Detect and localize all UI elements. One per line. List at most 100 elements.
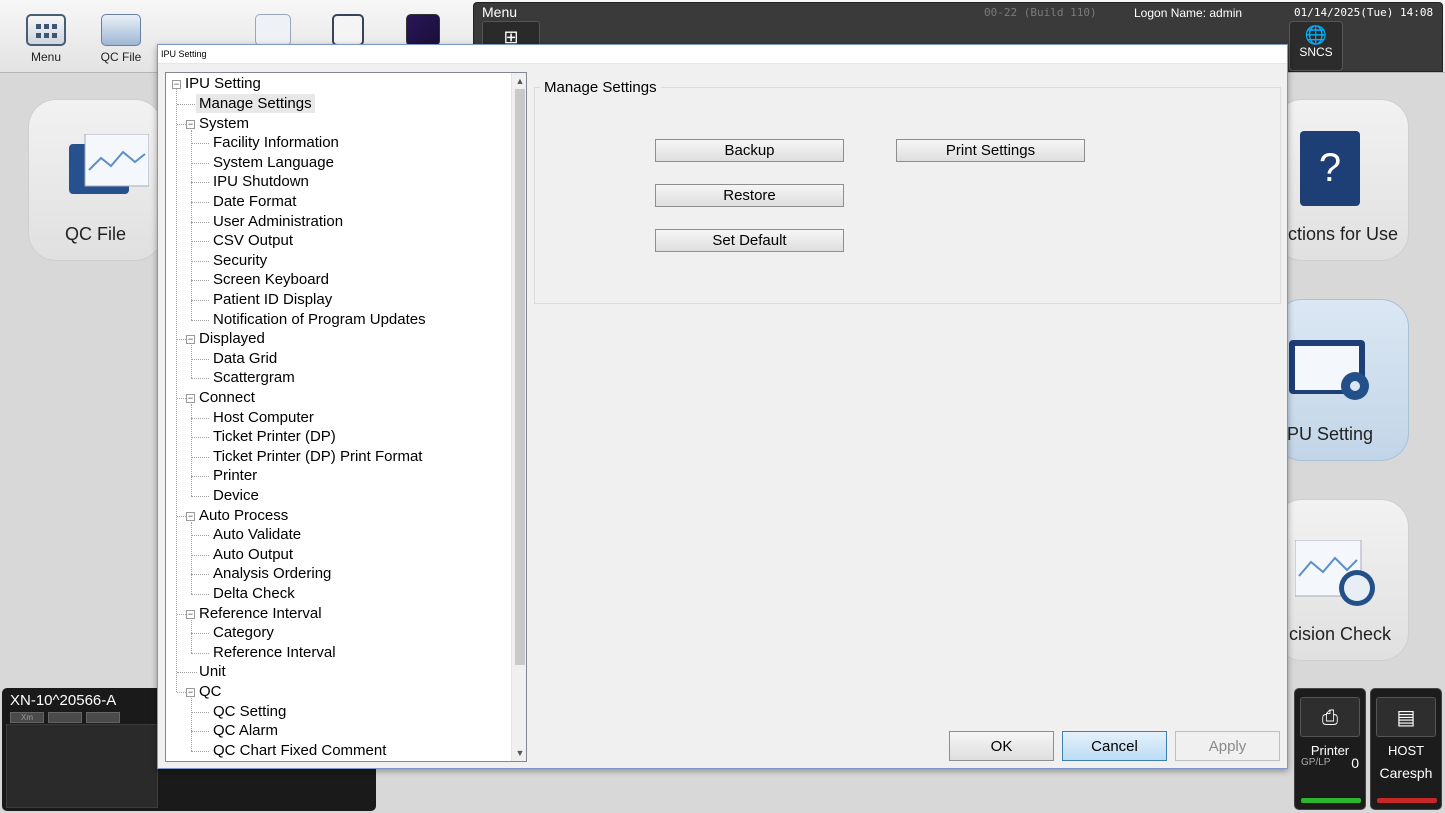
printer-status[interactable]: ⎙ Printer GP/LP 0 (1294, 688, 1366, 810)
tree-item[interactable]: Delta Check (213, 584, 295, 603)
tree-branch-line (191, 619, 192, 653)
tree-expander-icon[interactable]: − (186, 688, 195, 697)
tree-item[interactable]: Manage Settings (196, 94, 315, 113)
scroll-thumb[interactable] (515, 89, 525, 665)
tree-item[interactable]: User Administration (213, 212, 343, 231)
qc-file-button[interactable]: QC File (91, 10, 151, 64)
tree-item[interactable]: QC Setting (213, 702, 286, 721)
tile-qc-file[interactable]: QC File (28, 99, 163, 261)
tree-expander-icon[interactable]: − (186, 394, 195, 403)
globe-icon: 🌐 (1304, 25, 1328, 45)
tree-item[interactable]: Data Grid (213, 349, 277, 368)
tree-connector (191, 750, 209, 752)
tree-item[interactable]: Displayed (199, 329, 265, 348)
instrument-chip-3 (86, 712, 120, 723)
tree-item[interactable]: Host Computer (213, 408, 314, 427)
tree-item[interactable]: QC Chart Fixed Comment (213, 741, 386, 760)
tile-qc-file-label: QC File (64, 224, 126, 244)
root-expander-icon[interactable]: − (172, 80, 181, 89)
sncs-button[interactable]: 🌐 SNCS (1289, 21, 1343, 71)
menu-button[interactable]: Menu (16, 10, 76, 64)
tile-ipu-setting[interactable]: PU Setting (1274, 299, 1409, 461)
settings-tree[interactable]: − IPU Setting Manage Settings − System Faci… (165, 72, 527, 762)
tree-item[interactable]: Category (213, 623, 274, 642)
tree-expander-icon[interactable]: − (186, 511, 195, 521)
print-settings-button[interactable]: Print Settings (896, 139, 1085, 162)
tree-trunk-line (176, 89, 177, 692)
ipu-setting-dialog: IPU Setting − IPU Setting Manage Setting… (157, 44, 1288, 769)
tile-decision-check[interactable]: cision Check (1274, 499, 1409, 661)
tree-connector (191, 319, 209, 321)
tile-instructions[interactable]: ? uctions for Use (1274, 99, 1409, 261)
tree-connector (191, 535, 209, 537)
tree-item[interactable]: Reference Interval (199, 604, 322, 623)
tree-connector (191, 633, 209, 635)
printer-status-count: 0 (1351, 755, 1359, 771)
tree-item[interactable]: Analysis Ordering (213, 564, 331, 583)
tree-item[interactable]: Date Format (213, 192, 296, 211)
tree-item[interactable]: Reference Interval (213, 643, 336, 662)
backup-button[interactable]: Backup (655, 139, 844, 162)
tree-item[interactable]: Patient ID Display (213, 290, 332, 309)
tree-branch-line (191, 521, 192, 594)
tree-item[interactable]: Auto Validate (213, 525, 301, 544)
instrument-chip-2 (48, 712, 82, 723)
tree-connector (191, 496, 209, 497)
tree-item[interactable]: QC (199, 682, 222, 701)
host-status-label: HOST (1387, 743, 1425, 758)
apply-button[interactable]: Apply (1175, 731, 1280, 761)
tree-item[interactable]: Screen Keyboard (213, 270, 329, 289)
instrument-chip-1: Xm (10, 712, 44, 723)
host-status-sub: Caresph (1379, 765, 1433, 781)
tree-item[interactable]: CSV Output (213, 231, 293, 250)
tree-expander-icon[interactable]: − (186, 609, 195, 619)
tree-item[interactable]: System (199, 114, 249, 133)
tile-instructions-label: uctions for Use (1278, 224, 1399, 244)
scroll-down-icon[interactable]: ▼ (512, 745, 526, 761)
tree-item[interactable]: QC Alarm (213, 721, 278, 740)
tree-item[interactable]: Device (213, 486, 259, 505)
tree-item[interactable]: Auto Process (199, 506, 288, 525)
tree-root-item[interactable]: IPU Setting (185, 74, 261, 93)
qc-file-button-label: QC File (100, 50, 142, 64)
tree-item[interactable]: Facility Information (213, 133, 339, 152)
tree-item[interactable]: System Language (213, 153, 334, 172)
tree-connector (191, 202, 209, 203)
host-status[interactable]: ▤ HOST Caresph (1370, 688, 1442, 810)
cancel-button[interactable]: Cancel (1062, 731, 1167, 761)
tree-item[interactable]: Ticket Printer (DP) Print Format (213, 447, 422, 466)
tree-item[interactable]: Connect (199, 388, 255, 407)
tree-connector (191, 162, 209, 164)
tree-connector (177, 672, 197, 674)
tree-item[interactable]: IPU Shutdown (213, 172, 309, 191)
printer-status-bar (1301, 798, 1361, 803)
tree-item[interactable]: Scattergram (213, 368, 295, 387)
tree-item[interactable]: Ticket Printer (DP) (213, 427, 336, 446)
qc-file-icon (101, 14, 141, 46)
printer-status-sub: GP/LP (1301, 757, 1331, 768)
instrument-status-strip (6, 724, 158, 808)
tree-item[interactable]: Printer (213, 466, 257, 485)
tree-connector (191, 594, 209, 595)
tree-item[interactable]: Auto Output (213, 545, 293, 564)
help-book-icon: ? (1300, 131, 1360, 206)
scroll-up-icon[interactable]: ▲ (512, 73, 526, 89)
tree-item[interactable]: Security (213, 251, 267, 270)
tree-connector (191, 554, 209, 556)
tree-scrollbar[interactable]: ▲ ▼ (511, 73, 526, 761)
ok-button[interactable]: OK (949, 731, 1054, 761)
restore-button[interactable]: Restore (655, 184, 844, 207)
qc-file-tile-icon (69, 133, 150, 198)
manage-settings-title: Manage Settings (540, 79, 661, 96)
decision-check-tile-icon (1294, 539, 1379, 610)
tree-expander-icon[interactable]: − (186, 335, 195, 345)
tree-expander-icon[interactable]: − (186, 119, 195, 129)
ipu-setting-tile-icon (1289, 340, 1369, 404)
tile-decision-check-label: cision Check (1289, 624, 1392, 644)
tree-connector (191, 143, 209, 145)
set-default-button[interactable]: Set Default (655, 229, 844, 252)
tree-branch-line (191, 345, 192, 379)
tree-item[interactable]: Notification of Program Updates (213, 310, 426, 329)
tree-connector (191, 221, 209, 223)
tree-item[interactable]: Unit (199, 662, 226, 681)
